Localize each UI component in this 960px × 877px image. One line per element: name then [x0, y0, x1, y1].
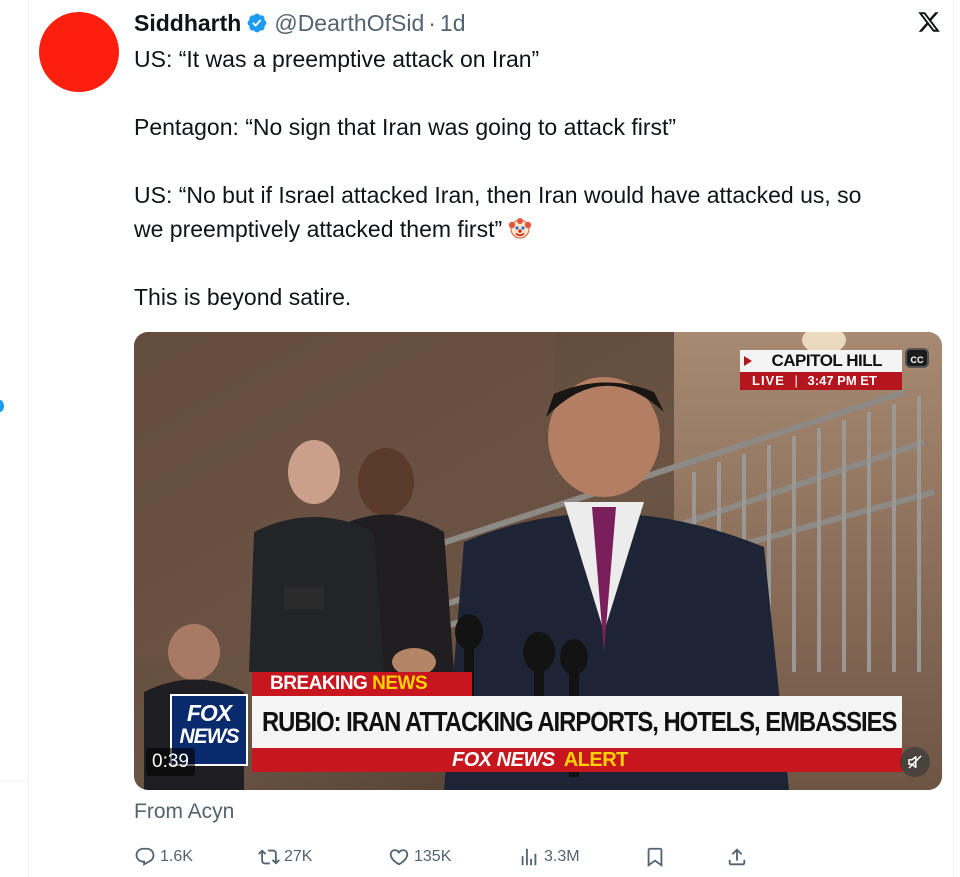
views-count: 3.3M — [544, 848, 580, 865]
share-button[interactable] — [726, 843, 752, 871]
tweet-text: US: “It was a preemptive attack on Iran”… — [134, 42, 949, 314]
video-timestamp: 0:39 — [146, 748, 195, 776]
closed-captions-icon[interactable]: CC — [905, 348, 929, 368]
author-name[interactable]: Siddharth — [134, 10, 241, 37]
breaking-label: BREAKING — [270, 673, 368, 694]
tweet-actions: 1.6K 27K 135K 3.3M — [134, 843, 894, 871]
left-horizontal-divider — [0, 780, 28, 781]
location-tag: CAPITOL HILL LIVE | 3:47 PM ET — [740, 350, 902, 390]
breaking-news-label: NEWS — [372, 673, 428, 694]
left-indicator-dot — [0, 400, 4, 412]
author-handle[interactable]: @DearthOfSid — [274, 10, 424, 37]
mute-icon — [908, 755, 922, 769]
like-button[interactable]: 135K — [388, 843, 451, 871]
views-button[interactable]: 3.3M — [518, 843, 580, 871]
repost-icon — [258, 849, 280, 865]
location-label-box: CAPITOL HILL — [740, 350, 902, 372]
alert-word: ALERT — [563, 749, 629, 771]
left-divider — [28, 0, 29, 877]
share-icon — [728, 848, 746, 866]
video-player[interactable]: CAPITOL HILL LIVE | 3:47 PM ET CC BREAKI… — [134, 332, 942, 790]
live-label: LIVE — [752, 373, 785, 388]
reply-button[interactable]: 1.6K — [134, 843, 193, 871]
tweet-line-3: US: “No but if Israel attacked Iran, the… — [134, 182, 862, 208]
avatar[interactable] — [39, 12, 119, 92]
reply-icon — [135, 847, 155, 866]
alert-bar: FOX NEWS ALERT — [252, 748, 902, 772]
tweet-time[interactable]: 1d — [440, 10, 466, 37]
tweet-line-4-wrap: we preemptively attacked them first” — [134, 212, 949, 246]
bookmark-button[interactable] — [644, 843, 670, 871]
clown-face-icon — [508, 218, 532, 239]
like-icon — [389, 849, 409, 866]
verified-badge-icon — [247, 13, 267, 33]
header-separator: · — [428, 9, 436, 36]
breaking-news-banner: BREAKING NEWS — [252, 672, 472, 696]
alert-brand: FOX NEWS — [452, 749, 555, 771]
live-time: 3:47 PM ET — [807, 373, 877, 388]
tweet-line-2: Pentagon: “No sign that Iran was going t… — [134, 114, 677, 140]
views-icon — [521, 848, 537, 866]
x-logo-icon[interactable] — [917, 10, 941, 34]
repost-count: 27K — [284, 848, 313, 865]
bookmark-icon — [647, 847, 663, 868]
headline-text: RUBIO: IRAN ATTACKING AIRPORTS, HOTELS, … — [262, 706, 897, 737]
play-triangle-icon — [744, 356, 752, 366]
right-divider — [953, 0, 954, 877]
logo-fox-text: FOX — [186, 700, 232, 726]
headline-bar: RUBIO: IRAN ATTACKING AIRPORTS, HOTELS, … — [252, 696, 902, 748]
live-bar: LIVE | 3:47 PM ET — [740, 372, 902, 390]
mute-button[interactable] — [900, 747, 930, 777]
tweet-line-1: US: “It was a preemptive attack on Iran” — [134, 46, 540, 72]
reply-count: 1.6K — [160, 848, 193, 865]
video-source[interactable]: From Acyn — [134, 800, 234, 824]
location-label: CAPITOL HILL — [771, 351, 883, 370]
live-separator: | — [794, 373, 798, 388]
like-count: 135K — [414, 848, 452, 865]
tweet-line-5: This is beyond satire. — [134, 284, 352, 310]
logo-news-text: NEWS — [179, 725, 240, 748]
tweet-header: Siddharth @DearthOfSid · 1d — [134, 6, 466, 40]
tweet-line-4: we preemptively attacked them first” — [134, 216, 503, 242]
repost-button[interactable]: 27K — [258, 843, 312, 871]
